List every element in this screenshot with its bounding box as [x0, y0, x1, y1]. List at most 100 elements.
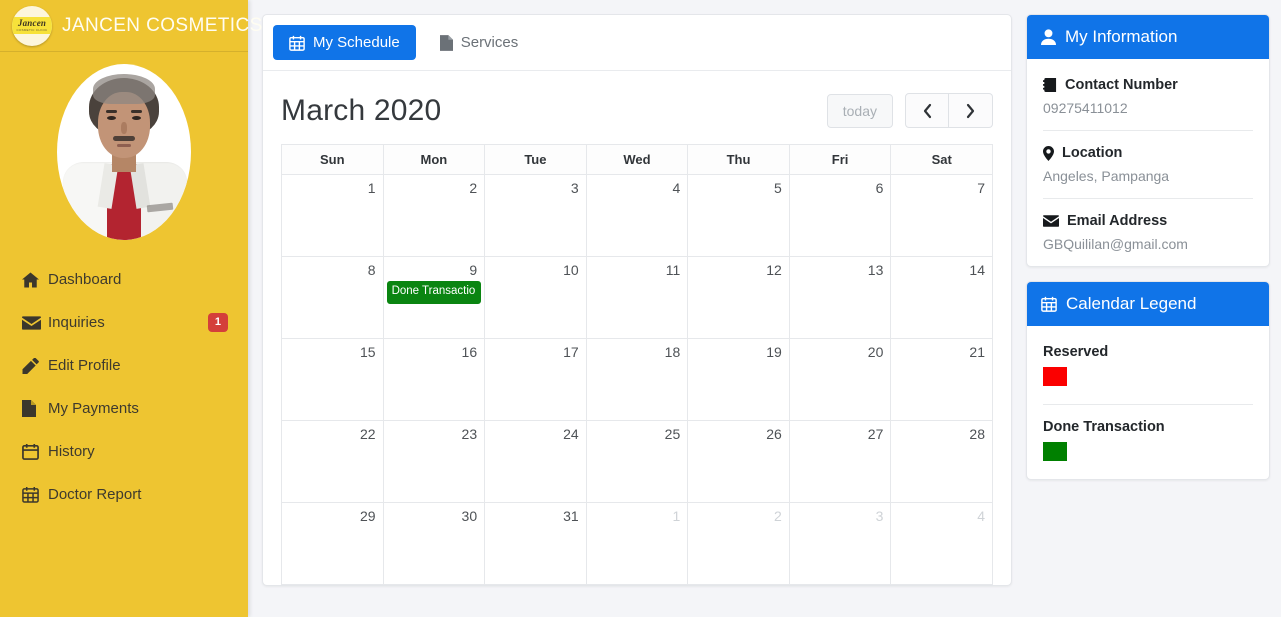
sidebar-item-doctor-report[interactable]: Doctor Report — [0, 473, 248, 516]
inquiries-badge: 1 — [207, 313, 228, 332]
calendar-day-cell[interactable]: 1 — [585, 502, 689, 585]
day-number: 16 — [461, 344, 478, 360]
day-number: 30 — [461, 508, 478, 524]
my-information-header: My Information — [1027, 15, 1269, 59]
day-number: 3 — [570, 180, 579, 196]
chevron-right-icon[interactable] — [949, 93, 993, 128]
calendar-legend-panel: Calendar Legend Reserved Done Transactio… — [1026, 281, 1270, 480]
calendar-day-cell[interactable]: 19 — [687, 338, 790, 421]
calendar-day-cell[interactable]: 6 — [788, 174, 892, 257]
day-number: 17 — [563, 344, 579, 360]
calendar-day-cell[interactable]: 4 — [890, 502, 993, 585]
calendar-day-cell[interactable]: 24 — [484, 420, 587, 503]
logo-subtext: COSMETIC CLINIC — [16, 27, 48, 32]
calendar-day-cell[interactable]: 29 — [281, 502, 384, 585]
calendar-day-cell[interactable]: 1 — [281, 174, 384, 257]
legend-label: Reserved — [1043, 344, 1109, 360]
calendar-day-cell[interactable]: 16 — [382, 338, 486, 421]
calendar-week-row: 1 2 3 4 5 6 7 — [281, 174, 993, 257]
calendar-toolbar: March 2020 today — [281, 89, 993, 144]
day-number: 29 — [359, 508, 376, 524]
calendar-day-cell[interactable]: 18 — [585, 338, 689, 421]
calendar-day-cell[interactable]: 25 — [585, 420, 689, 503]
calendar-week-row: 15 16 17 18 19 20 21 — [281, 338, 993, 421]
calendar-day-cell[interactable]: 10 — [484, 256, 587, 339]
calendar-day-cell[interactable]: 12 — [687, 256, 790, 339]
calendar-day-cell[interactable]: 8 — [281, 256, 384, 339]
day-number: 1 — [672, 508, 681, 524]
day-number: 9 — [469, 262, 478, 278]
panel-title: Calendar Legend — [1066, 294, 1197, 313]
calendar-day-cell[interactable]: 11 — [585, 256, 689, 339]
calendar-day-cell[interactable]: 3 — [788, 502, 892, 585]
day-number: 5 — [774, 180, 782, 196]
calendar-day-cell[interactable]: 2 — [687, 502, 790, 585]
calendar-day-cell[interactable]: 5 — [687, 174, 790, 257]
app-root: Jancen COSMETIC CLINIC JANCEN COSMETICS — [0, 0, 1281, 617]
chevron-left-icon[interactable] — [905, 93, 949, 128]
weekday-header: Tue — [484, 144, 587, 175]
today-button[interactable]: today — [826, 93, 893, 128]
weekday-header: Thu — [687, 144, 790, 175]
sidebar-item-dashboard[interactable]: Dashboard — [0, 258, 248, 301]
calendar-day-cell[interactable]: 9 Done Transactio — [382, 256, 486, 339]
file-icon — [439, 34, 453, 51]
calendar-day-cell[interactable]: 14 — [890, 256, 993, 339]
sidebar-item-history[interactable]: History — [0, 430, 248, 473]
sidebar-item-inquiries[interactable]: Inquiries 1 — [0, 301, 248, 344]
info-value-email-address: GBQuililan@gmail.com — [1043, 236, 1188, 252]
weekday-header: Sun — [281, 144, 384, 175]
calendar-legend-body: Reserved Done Transaction — [1027, 326, 1269, 479]
logo-text: Jancen — [17, 17, 47, 28]
brand-header[interactable]: Jancen COSMETIC CLINIC JANCEN COSMETICS — [0, 0, 262, 52]
info-value-location: Angeles, Pampanga — [1043, 168, 1170, 184]
info-label: Email Address — [1043, 213, 1253, 229]
calendar-day-cell[interactable]: 23 — [382, 420, 486, 503]
calendar-day-cell[interactable]: 26 — [687, 420, 790, 503]
calendar-weekday-header: Sun Mon Tue Wed Thu Fri Sat — [281, 144, 993, 175]
calendar-day-cell[interactable]: 4 — [585, 174, 689, 257]
day-number: 3 — [875, 508, 884, 524]
weekday-header: Sat — [890, 144, 993, 175]
calendar-day-cell[interactable]: 2 — [382, 174, 486, 257]
day-number: 18 — [664, 344, 681, 360]
day-number: 21 — [969, 344, 985, 360]
info-label: Contact Number — [1043, 77, 1253, 93]
address-book-icon — [1043, 78, 1057, 92]
calendar-day-cell[interactable]: 27 — [788, 420, 892, 503]
legend-label: Done Transaction — [1043, 419, 1165, 435]
day-number: 4 — [672, 180, 681, 196]
calendar-day-cell[interactable]: 13 — [788, 256, 892, 339]
calendar-day-cell[interactable]: 22 — [281, 420, 384, 503]
day-number: 14 — [969, 262, 985, 278]
calendar-day-cell[interactable]: 17 — [484, 338, 587, 421]
info-label-text: Email Address — [1067, 213, 1168, 229]
day-number: 20 — [867, 344, 884, 360]
sidebar-item-edit-profile[interactable]: Edit Profile — [0, 344, 248, 387]
calendar-day-cell[interactable]: 15 — [281, 338, 384, 421]
tab-services[interactable]: Services — [424, 25, 535, 60]
weekday-header: Mon — [382, 144, 486, 175]
calendar-day-cell[interactable]: 3 — [484, 174, 587, 257]
sidebar: Jancen COSMETIC CLINIC JANCEN COSMETICS — [0, 0, 262, 617]
calendar-day-cell[interactable]: 21 — [890, 338, 993, 421]
calendar-day-cell[interactable]: 20 — [788, 338, 892, 421]
home-icon — [22, 271, 48, 288]
calendar-day-cell[interactable]: 28 — [890, 420, 993, 503]
calendar-week-row: 8 9 Done Transactio 10 11 12 13 14 — [281, 256, 993, 339]
calendar-icon — [22, 443, 48, 460]
calendar-icon — [289, 35, 305, 51]
sidebar-item-my-payments[interactable]: My Payments — [0, 387, 248, 430]
calendar-grid-icon — [1041, 296, 1057, 312]
calendar-event[interactable]: Done Transactio — [386, 281, 482, 304]
day-number: 19 — [766, 344, 782, 360]
jancen-circle-logo-icon: Jancen COSMETIC CLINIC — [12, 5, 52, 46]
sidebar-item-label: Doctor Report — [48, 486, 142, 503]
calendar-legend-header: Calendar Legend — [1027, 282, 1269, 326]
tab-my-schedule[interactable]: My Schedule — [273, 25, 416, 60]
right-column: My Information Contact Number 0927541101… — [1026, 14, 1270, 617]
calendar-day-cell[interactable]: 7 — [890, 174, 993, 257]
calendar-day-cell[interactable]: 31 — [484, 502, 587, 585]
sidebar-item-label: Edit Profile — [48, 357, 121, 374]
calendar-day-cell[interactable]: 30 — [382, 502, 486, 585]
